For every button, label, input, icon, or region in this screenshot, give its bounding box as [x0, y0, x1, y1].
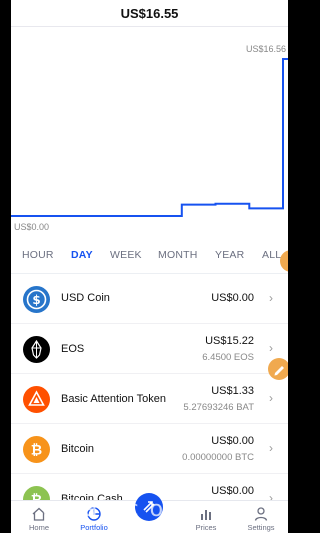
chart-series-line [11, 58, 288, 217]
asset-amount: 5.27693246 BAT [183, 402, 254, 413]
tab-all[interactable]: ALL [262, 249, 281, 261]
eos-icon [23, 336, 50, 363]
portfolio-balance: US$16.55 [120, 6, 179, 21]
svg-text:₿: ₿ [31, 443, 42, 459]
asset-value: US$15.22 [205, 335, 254, 347]
nav-home-label: Home [28, 523, 49, 532]
nav-settings-label: Settings [247, 523, 275, 532]
tab-day[interactable]: DAY [71, 249, 93, 261]
time-range-tabs: HOUR DAY WEEK MONTH YEAR ALL [11, 249, 288, 265]
watermark-text: a a i a . c o m [18, 497, 198, 522]
asset-name: USD Coin [61, 292, 110, 304]
nav-settings[interactable]: Settings [236, 506, 286, 532]
tab-year[interactable]: YEAR [215, 249, 244, 261]
bat-icon [23, 386, 50, 413]
asset-name: Basic Attention Token [61, 393, 166, 405]
chevron-right-icon: › [269, 441, 273, 455]
chart-max-label: US$16.56 [245, 44, 286, 54]
svg-text:$: $ [32, 293, 40, 307]
left-bezel [0, 0, 11, 533]
asset-amount: 0.00000000 BTC [182, 452, 254, 463]
tab-month[interactable]: MONTH [158, 249, 198, 261]
tab-week[interactable]: WEEK [110, 249, 142, 261]
chevron-right-icon: › [269, 291, 273, 305]
chart-min-label: US$0.00 [14, 222, 50, 232]
asset-row-bitcoin[interactable]: ₿ Bitcoin US$0.00 0.00000000 BTC › [11, 424, 288, 474]
usdc-icon: $ [23, 286, 50, 313]
settings-user-icon [254, 507, 268, 521]
chevron-right-icon: › [269, 391, 273, 405]
asset-value: US$0.00 [211, 485, 254, 497]
asset-row-usd-coin[interactable]: $ USD Coin US$0.00 › [11, 274, 288, 324]
asset-row-eos[interactable]: EOS US$15.22 6.4500 EOS › [11, 324, 288, 374]
floating-pencil-icon[interactable] [268, 358, 290, 380]
nav-prices-label: Prices [195, 523, 217, 532]
app-screen: US$16.55 US$16.56 US$0.00 HOUR DAY WEEK … [0, 0, 300, 533]
top-bar: US$16.55 [11, 0, 288, 27]
tab-hour[interactable]: HOUR [22, 249, 54, 261]
asset-row-basic-attention-token[interactable]: Basic Attention Token US$1.33 5.27693246… [11, 374, 288, 424]
asset-value: US$0.00 [211, 435, 254, 447]
asset-name: Bitcoin [61, 443, 95, 455]
asset-value: US$1.33 [211, 385, 254, 397]
asset-amount: 6.4500 EOS [202, 352, 254, 363]
right-bezel [288, 0, 300, 533]
asset-name: EOS [61, 343, 85, 355]
portfolio-chart[interactable]: US$16.56 US$0.00 [11, 28, 288, 238]
bitcoin-icon: ₿ [23, 436, 50, 463]
asset-value: US$0.00 [211, 292, 254, 304]
chevron-right-icon: › [269, 341, 273, 355]
prices-icon [201, 510, 211, 520]
nav-portfolio-label: Portfolio [80, 523, 108, 532]
chart-svg [11, 58, 288, 217]
